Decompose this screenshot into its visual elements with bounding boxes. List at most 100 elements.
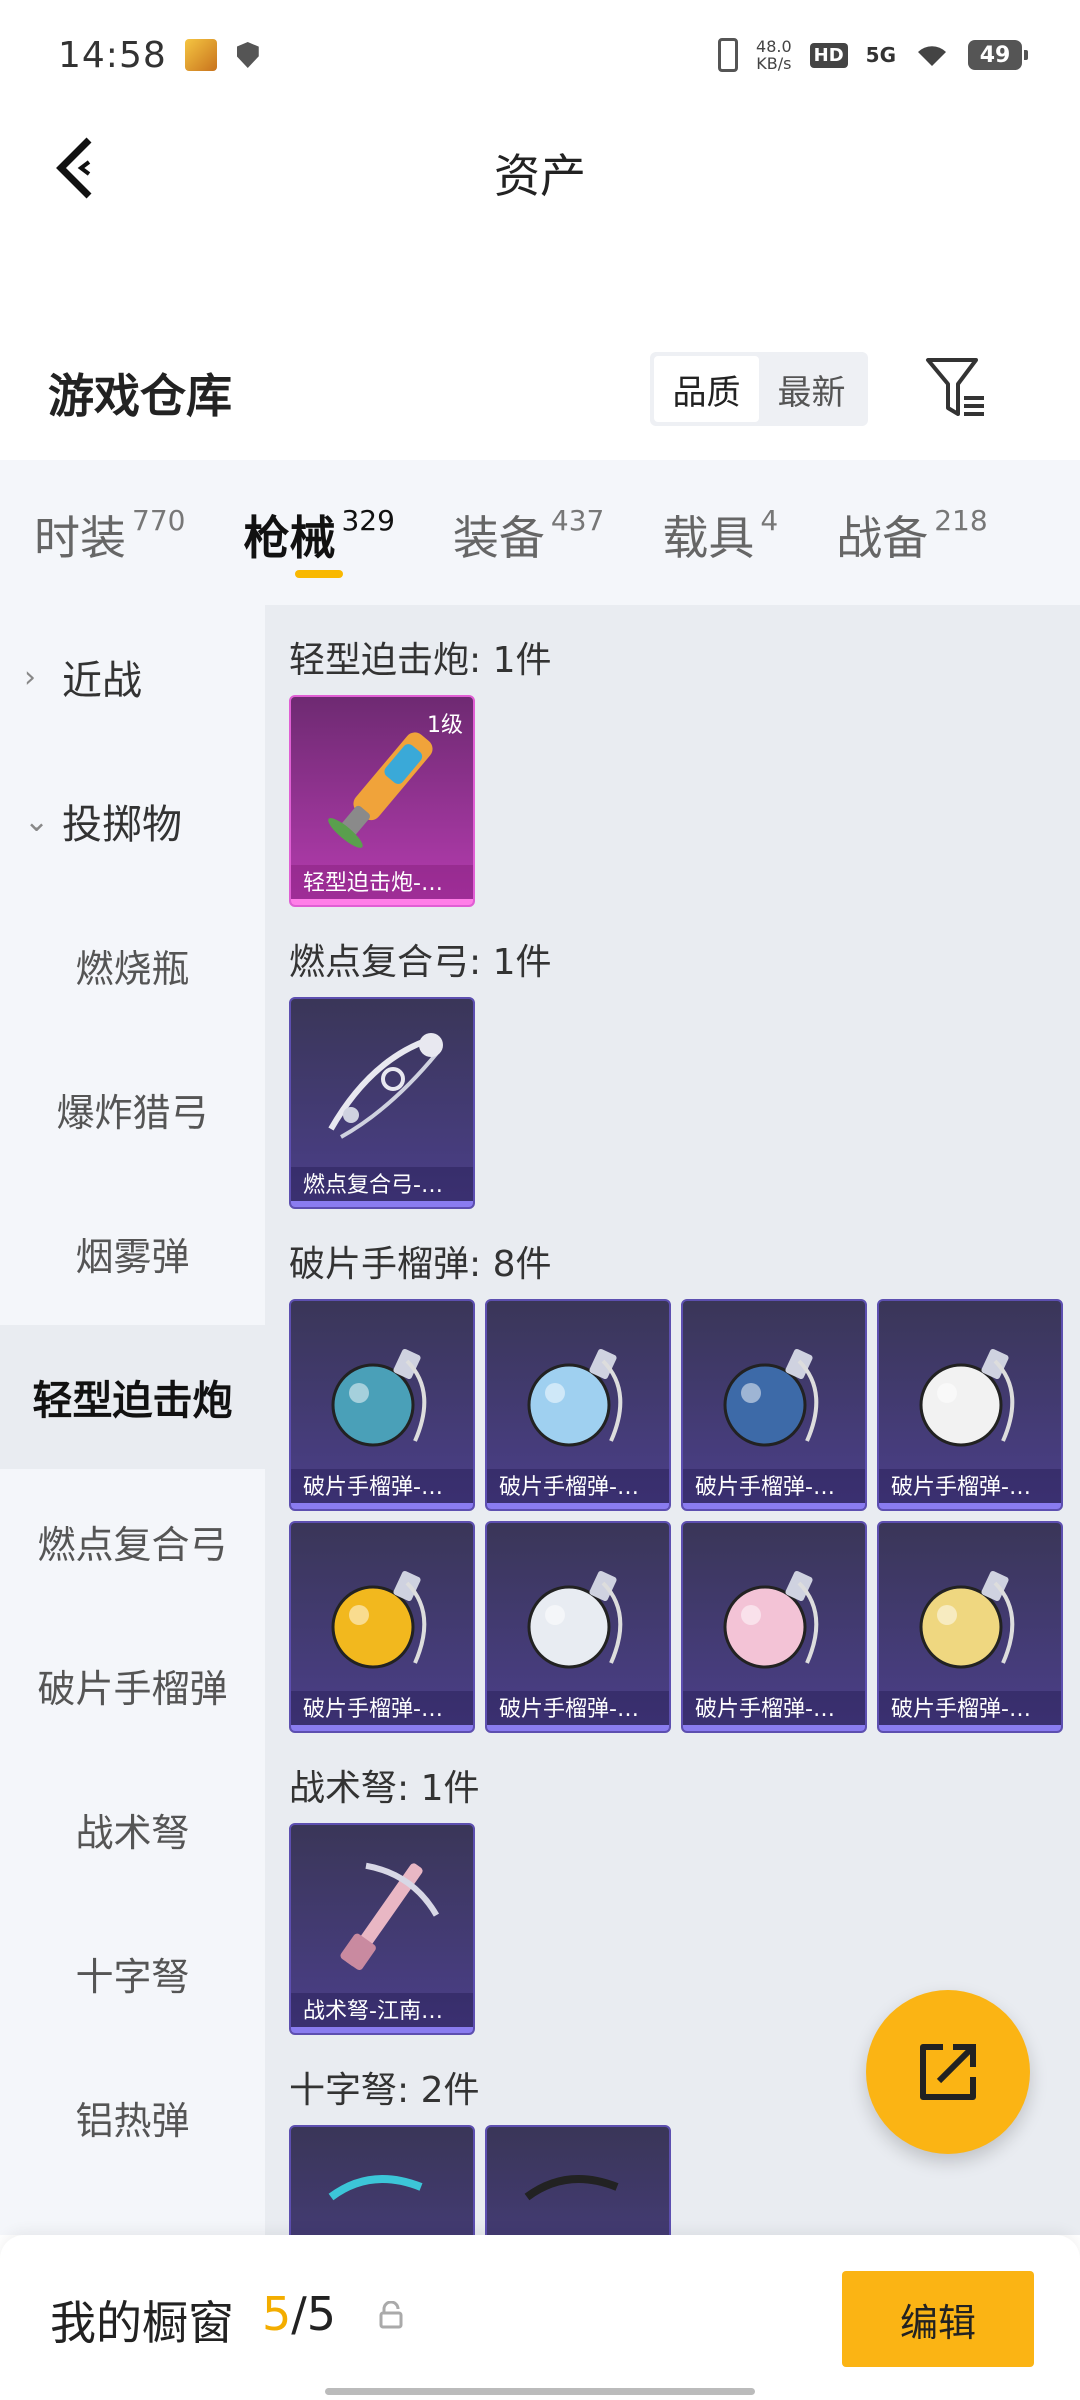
sidebar-group-label: 投掷物 <box>62 802 182 848</box>
tab-label: 战备 <box>836 511 929 565</box>
section-title: 战术弩: 1件 <box>289 1768 480 1809</box>
signal-5g-icon: 5G <box>865 43 896 67</box>
tab-count: 770 <box>132 504 186 537</box>
item-grid: 破片手榴弹-… 破片手榴弹-… 破片手榴弹-… 破片手榴弹-… 破片手榴弹-… 破片手榴弹… <box>289 1299 1080 1733</box>
item-card[interactable]: 破片手榴弹-… <box>485 1299 671 1511</box>
sidebar-item-explosive-bow[interactable]: 爆炸猎弓 <box>0 1037 265 1181</box>
sidebar-item-smoke[interactable]: 烟雾弹 <box>0 1181 265 1325</box>
sort-quality-button[interactable]: 品质 <box>654 356 759 422</box>
grenade-icon <box>723 1570 819 1669</box>
showcase-separator: / <box>291 2287 307 2341</box>
item-grid: 燃点复合弓-… <box>289 997 1080 1209</box>
section-title: 燃点复合弓: 1件 <box>289 942 552 983</box>
showcase-label: 我的橱窗 <box>50 2296 234 2350</box>
sidebar-item-molotov[interactable]: 燃烧瓶 <box>0 893 265 1037</box>
item-card[interactable]: 破片手榴弹-… <box>877 1299 1063 1511</box>
item-label: 破片手榴弹-… <box>879 1691 1061 1725</box>
sort-latest-button[interactable]: 最新 <box>759 356 864 422</box>
tab-count: 218 <box>934 504 988 537</box>
network-speed-unit: KB/s <box>756 54 792 73</box>
sidebar-item-tactical-crossbow[interactable]: 战术弩 <box>0 1757 265 1901</box>
category-tabs: 时装 770 枪械 329 装备 437 载具 4 战备 218 <box>0 460 1080 605</box>
tab-label: 载具 <box>662 511 755 565</box>
grenade-icon <box>919 1570 1015 1669</box>
section-title: 轻型迫击炮: 1件 <box>289 640 552 681</box>
tab-label: 装备 <box>452 511 545 565</box>
rarity-strip <box>683 1725 865 1731</box>
item-card[interactable]: 1级 轻型迫击炮-… <box>289 695 475 907</box>
item-label: 破片手榴弹-… <box>487 1691 669 1725</box>
tab-vehicles[interactable]: 载具 4 <box>662 460 778 568</box>
sidebar-group-throwables[interactable]: ⌄ 投掷物 <box>0 749 265 893</box>
item-card[interactable] <box>289 2125 475 2235</box>
tab-fashion[interactable]: 时装 770 <box>34 460 185 568</box>
item-card[interactable]: 破片手榴弹-… <box>877 1521 1063 1733</box>
grenade-icon <box>331 1348 427 1447</box>
item-card[interactable]: 破片手榴弹-… <box>289 1521 475 1733</box>
filter-button[interactable] <box>922 354 990 424</box>
tab-firearms[interactable]: 枪械 329 <box>243 460 395 578</box>
game-app-icon <box>184 39 217 71</box>
home-indicator[interactable] <box>325 2388 755 2395</box>
item-card[interactable]: 破片手榴弹-… <box>681 1521 867 1733</box>
battery-icon: 49 <box>968 40 1028 70</box>
showcase-bar: 我的橱窗 5/5 编辑 <box>0 2235 1080 2400</box>
item-card[interactable]: 战术弩-江南… <box>289 1823 475 2035</box>
chevron-down-icon: ⌄ <box>24 803 50 839</box>
bow-icon <box>328 1033 443 1139</box>
sidebar-item-light-mortar[interactable]: 轻型迫击炮 <box>0 1325 265 1469</box>
item-label: 破片手榴弹-… <box>683 1469 865 1503</box>
rarity-strip <box>291 899 473 905</box>
sidebar-group-label: 近战 <box>62 658 142 704</box>
item-grid: 1级 轻型迫击炮-… <box>289 695 1080 907</box>
sidebar-group-melee[interactable]: › 近战 <box>0 605 265 749</box>
sidebar-item-frag-grenade[interactable]: 破片手榴弹 <box>0 1613 265 1757</box>
grenade-icon <box>919 1348 1015 1447</box>
item-card[interactable]: 破片手榴弹-… <box>681 1299 867 1511</box>
tab-equipment[interactable]: 装备 437 <box>453 460 604 568</box>
external-link-icon <box>920 2044 976 2100</box>
wifi-icon <box>918 46 946 66</box>
grenade-icon <box>723 1348 819 1447</box>
item-card[interactable]: 破片手榴弹-… <box>485 1521 671 1733</box>
rarity-strip <box>487 1503 669 1509</box>
item-label: 战术弩-江南… <box>291 1993 473 2027</box>
page-header: 资产 <box>0 110 1080 230</box>
item-label: 破片手榴弹-… <box>487 1469 669 1503</box>
edit-button[interactable]: 编辑 <box>842 2271 1034 2367</box>
rarity-strip <box>487 1725 669 1731</box>
hd-icon: HD <box>809 42 848 68</box>
item-card[interactable] <box>485 2125 671 2235</box>
rarity-strip <box>879 1503 1061 1509</box>
shield-icon <box>236 42 259 68</box>
share-fab-button[interactable] <box>866 1990 1030 2154</box>
crossbow-icon <box>524 2175 619 2201</box>
showcase-count: 5/5 <box>262 2287 336 2341</box>
rarity-strip <box>291 1503 473 1509</box>
rarity-strip <box>291 1201 473 1207</box>
rarity-strip <box>879 1725 1061 1731</box>
item-card[interactable]: 燃点复合弓-… <box>289 997 475 1209</box>
sidebar-item-crossbow[interactable]: 十字弩 <box>0 1901 265 2045</box>
item-label: 破片手榴弹-… <box>879 1469 1061 1503</box>
filter-icon <box>926 358 984 416</box>
section-title: 破片手榴弹: 8件 <box>289 1244 552 1285</box>
sort-toggle: 品质 最新 <box>650 352 868 426</box>
chevron-right-icon: › <box>24 659 36 695</box>
warehouse-title: 游戏仓库 <box>48 369 232 423</box>
network-speed: 48.0 KB/s <box>756 38 792 72</box>
unlock-icon <box>379 2301 403 2329</box>
sidebar: › 近战 ⌄ 投掷物 燃烧瓶 爆炸猎弓 烟雾弹 轻型迫击炮 燃点复合弓 破片手榴… <box>0 605 265 2235</box>
crossbow-icon <box>328 2175 423 2201</box>
sidebar-item-compound-bow[interactable]: 燃点复合弓 <box>0 1469 265 1613</box>
vibrate-icon <box>718 38 739 72</box>
grenade-icon <box>331 1570 427 1669</box>
tab-label: 枪械 <box>243 511 336 565</box>
sidebar-item-thermite[interactable]: 铝热弹 <box>0 2045 265 2189</box>
tab-supplies[interactable]: 战备 218 <box>836 460 987 568</box>
rarity-strip <box>291 2027 473 2033</box>
tab-label: 时装 <box>34 511 126 565</box>
tab-count: 329 <box>341 504 395 537</box>
item-card[interactable]: 破片手榴弹-… <box>289 1299 475 1511</box>
item-label: 燃点复合弓-… <box>291 1167 473 1201</box>
